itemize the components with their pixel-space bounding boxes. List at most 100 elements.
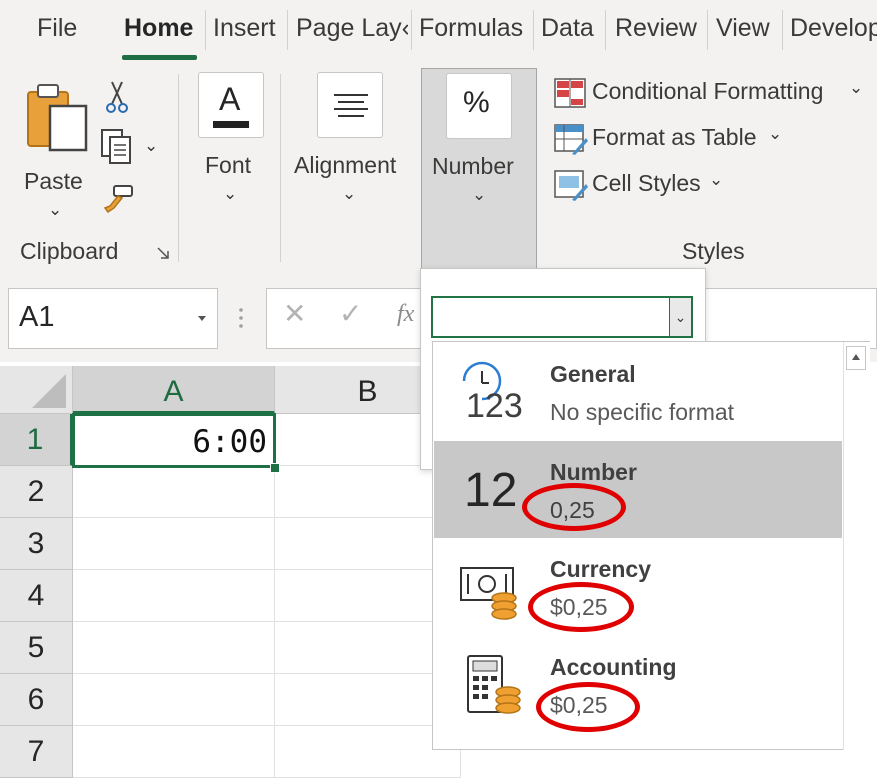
tab-divider	[205, 10, 206, 50]
tab-divider	[707, 10, 708, 50]
cell-styles-icon	[554, 170, 588, 201]
annotation-circle	[528, 582, 634, 632]
tab-data[interactable]: Data	[541, 14, 594, 43]
annotation-circle	[536, 682, 640, 732]
font-icon-letter: A	[219, 81, 241, 117]
font-button[interactable]: A Font ⌄	[195, 70, 269, 212]
number-chevron-icon: ⌄	[472, 185, 487, 204]
tab-divider	[605, 10, 606, 50]
annotation-circle	[522, 483, 626, 531]
active-tab-indicator	[122, 55, 197, 60]
fill-handle[interactable]	[270, 463, 280, 473]
format-painter-icon[interactable]	[102, 184, 136, 214]
cell-styles-button[interactable]: Cell Styles ⌄	[554, 168, 734, 202]
tab-file[interactable]: File	[37, 14, 77, 43]
tab-insert[interactable]: Insert	[213, 14, 276, 43]
format-option-currency[interactable]: Currency $0,25	[434, 540, 842, 637]
percent-symbol: %	[463, 86, 490, 119]
selected-cell-a1[interactable]: 6:00	[72, 413, 276, 468]
group-divider	[178, 74, 179, 262]
number-format-combobox[interactable]	[431, 296, 671, 338]
cell-a4[interactable]	[73, 570, 275, 622]
clipboard-group-label: Clipboard	[20, 238, 119, 264]
enter-check-icon[interactable]: ✓	[339, 297, 362, 330]
tab-divider	[782, 10, 783, 50]
format-as-table-chevron-icon: ⌄	[768, 124, 783, 143]
row-header-3[interactable]: 3	[0, 518, 73, 570]
number-label: Number	[432, 153, 514, 179]
number-button[interactable]: % Number ⌄	[421, 68, 537, 272]
format-option-accounting-title: Accounting	[550, 654, 677, 680]
copy-chevron-icon[interactable]: ⌄	[144, 136, 158, 156]
general-icon-text: 123	[466, 387, 523, 425]
format-option-general-title: General	[550, 361, 636, 387]
conditional-formatting-icon	[554, 78, 586, 108]
tab-divider	[287, 10, 288, 50]
cut-icon[interactable]	[104, 80, 130, 114]
cell-a2[interactable]	[73, 466, 275, 518]
number-format-dropdown-button[interactable]: ⌄	[669, 296, 693, 338]
cell-a5[interactable]	[73, 622, 275, 674]
conditional-formatting-chevron-icon: ⌄	[849, 78, 864, 97]
row-header-7[interactable]: 7	[0, 726, 73, 778]
cell-styles-label: Cell Styles	[592, 170, 701, 196]
format-option-number[interactable]: 12 Number 0,25	[434, 441, 842, 538]
tab-home[interactable]: Home	[124, 14, 193, 43]
format-as-table-icon	[554, 124, 588, 155]
font-chevron-icon: ⌄	[223, 184, 238, 203]
tab-view[interactable]: View	[716, 14, 770, 43]
tab-review[interactable]: Review	[615, 14, 697, 43]
conditional-formatting-button[interactable]: Conditional Formatting ⌄	[554, 76, 874, 110]
scrollbar[interactable]	[843, 342, 870, 750]
name-box-dropdown-icon[interactable]	[197, 315, 207, 323]
cell-a7[interactable]	[73, 726, 275, 778]
font-label: Font	[205, 152, 252, 178]
cell-a1-value: 6:00	[192, 424, 267, 460]
alignment-button[interactable]: Alignment ⌄	[292, 70, 410, 212]
tab-developer[interactable]: Develop	[790, 14, 877, 43]
format-option-number-title: Number	[550, 459, 637, 485]
column-header-a[interactable]: A	[73, 366, 275, 414]
group-divider	[280, 74, 281, 262]
calculator-coins-icon	[467, 655, 521, 714]
name-box-value: A1	[19, 301, 55, 333]
format-option-general[interactable]: 123 General No specific format	[434, 345, 842, 442]
paste-button[interactable]: Paste ⌄	[20, 76, 90, 219]
paste-label: Paste	[24, 168, 83, 194]
format-option-accounting[interactable]: Accounting $0,25	[434, 638, 842, 750]
format-as-table-button[interactable]: Format as Table ⌄	[554, 122, 794, 156]
scroll-up-button[interactable]	[846, 346, 866, 370]
copy-icon[interactable]	[100, 128, 134, 166]
currency-bill-coins-icon	[460, 567, 517, 620]
alignment-label: Alignment	[294, 152, 397, 178]
alignment-icon	[317, 72, 383, 138]
row-header-4[interactable]: 4	[0, 570, 73, 622]
number-12-icon: 12	[464, 464, 518, 517]
row-header-5[interactable]: 5	[0, 622, 73, 674]
tab-formulas[interactable]: Formulas	[419, 14, 523, 43]
font-icon: A	[198, 72, 264, 138]
tab-divider	[411, 10, 412, 50]
cell-a3[interactable]	[73, 518, 275, 570]
format-option-currency-title: Currency	[550, 556, 651, 582]
clipboard-launcher-icon[interactable]	[156, 246, 170, 260]
cancel-icon[interactable]: ✕	[283, 297, 306, 330]
select-all-corner[interactable]	[0, 366, 73, 414]
row-header-6[interactable]: 6	[0, 674, 73, 726]
alignment-chevron-icon: ⌄	[342, 184, 357, 203]
ribbon: Paste ⌄ ⌄ Clipboard A Font ⌄ Alignment ⌄…	[0, 62, 877, 272]
row-header-2[interactable]: 2	[0, 466, 73, 518]
percent-icon: %	[446, 73, 512, 139]
insert-function-icon[interactable]: fx	[397, 301, 414, 328]
name-box[interactable]: A1	[8, 288, 218, 349]
ribbon-tab-bar: File Home Insert Page Lay‹ Formulas Data…	[0, 0, 877, 62]
format-option-general-sample: No specific format	[550, 399, 735, 425]
tab-divider	[533, 10, 534, 50]
paste-chevron-icon: ⌄	[48, 200, 63, 219]
paste-icon	[27, 84, 88, 152]
cell-a6[interactable]	[73, 674, 275, 726]
format-as-table-label: Format as Table	[592, 124, 757, 150]
more-options-icon[interactable]	[238, 307, 244, 329]
tab-page-layout[interactable]: Page Lay‹	[296, 14, 408, 43]
row-header-1[interactable]: 1	[0, 414, 73, 466]
